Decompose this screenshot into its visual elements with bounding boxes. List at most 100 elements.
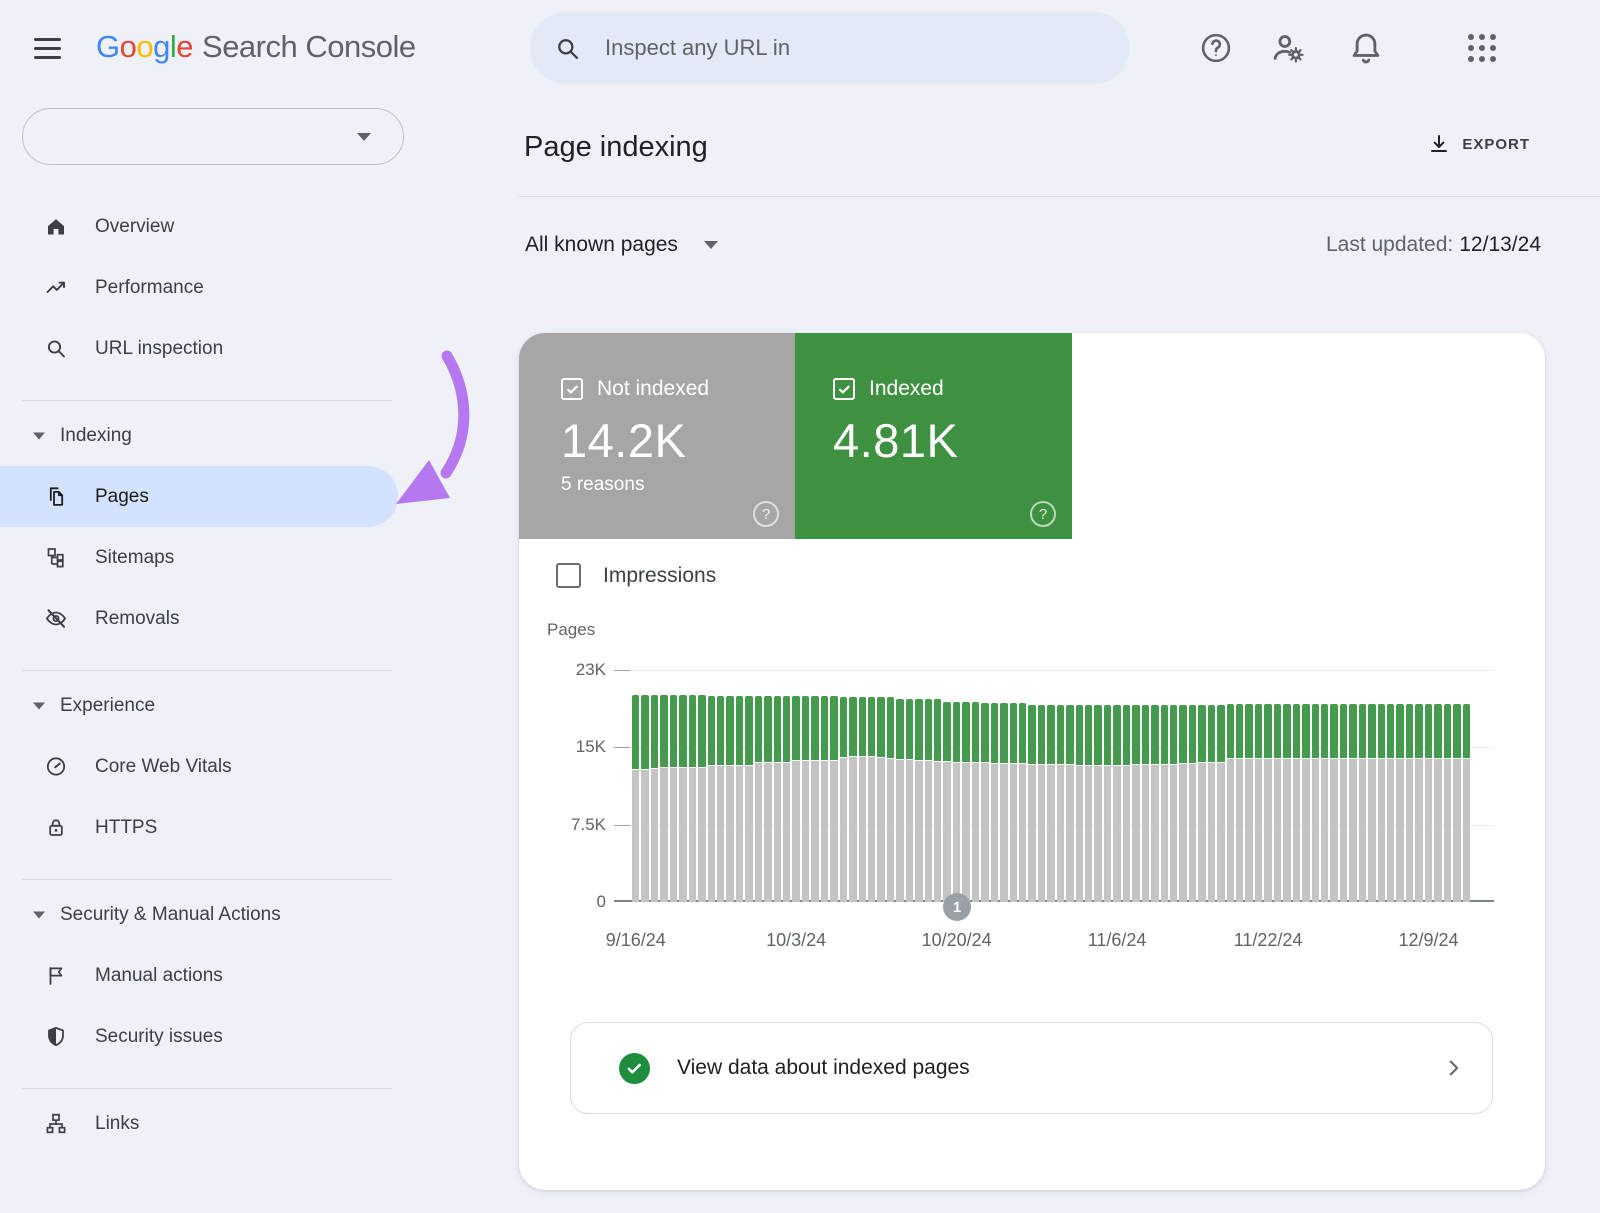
not-indexed-segment — [1057, 764, 1064, 902]
not-indexed-segment — [1453, 758, 1460, 902]
menu-hamburger-icon[interactable] — [34, 33, 70, 63]
bar-day-55 — [1151, 705, 1158, 902]
bar-day-53 — [1132, 705, 1139, 902]
bar-day-85 — [1434, 704, 1441, 902]
bar-day-4 — [670, 695, 677, 902]
bar-day-23 — [849, 697, 856, 902]
bar-day-41 — [1019, 703, 1026, 902]
indexed-segment — [896, 699, 903, 759]
sidebar-item-sitemaps[interactable]: Sitemaps — [0, 527, 398, 588]
not-indexed-segment — [1349, 758, 1356, 902]
sidebar-item-security-issues[interactable]: Security issues — [0, 1006, 398, 1067]
not-indexed-segment — [962, 762, 969, 902]
indexed-segment — [849, 697, 856, 756]
bar-day-61 — [1208, 705, 1215, 902]
impressions-checkbox[interactable] — [556, 563, 581, 588]
sidebar-item-removals[interactable]: Removals — [0, 588, 398, 649]
sidebar-section-security-manual-actions[interactable]: Security & Manual Actions — [0, 884, 480, 945]
help-icon[interactable]: ? — [753, 501, 779, 527]
bar-day-71 — [1302, 704, 1309, 902]
sidebar-item-https[interactable]: HTTPS — [0, 797, 398, 858]
indexed-segment — [1208, 705, 1215, 762]
y-axis-title: Pages — [547, 620, 595, 640]
indexed-segment — [736, 696, 743, 765]
search-input[interactable] — [605, 35, 1106, 61]
indexed-segment — [1434, 704, 1441, 758]
indexed-value: 4.81K — [833, 413, 958, 468]
indexed-segment — [1038, 705, 1045, 764]
product-name: Search Console — [202, 29, 416, 64]
x-tick-label: 11/22/24 — [1234, 930, 1303, 951]
not-indexed-segment — [1179, 763, 1186, 902]
x-tick-label: 10/20/24 — [922, 930, 992, 951]
chevron-down-icon — [33, 432, 45, 439]
not-indexed-checkbox[interactable] — [561, 378, 583, 400]
indexed-segment — [1179, 705, 1186, 763]
not-indexed-segment — [830, 760, 837, 902]
not-indexed-segment — [1019, 763, 1026, 902]
bar-day-10 — [726, 696, 733, 902]
indexed-segment — [943, 702, 950, 761]
bar-day-6 — [689, 695, 696, 902]
property-selector[interactable] — [22, 108, 404, 165]
indexed-segment — [1113, 705, 1120, 765]
not-indexed-segment — [745, 765, 752, 902]
indexed-segment — [1236, 704, 1243, 758]
url-inspection-searchbar[interactable] — [530, 12, 1130, 84]
sidebar-item-label: Sitemaps — [95, 547, 174, 569]
page-filter-dropdown[interactable]: All known pages — [525, 233, 718, 257]
export-button[interactable]: EXPORT — [1427, 132, 1530, 156]
bar-day-57 — [1170, 705, 1177, 902]
bar-day-40 — [1010, 703, 1017, 902]
bar-day-50 — [1104, 705, 1111, 902]
not-indexed-value: 14.2K — [561, 413, 686, 468]
not-indexed-segment — [981, 762, 988, 902]
search-icon — [44, 337, 68, 361]
not-indexed-segment — [632, 769, 639, 902]
bar-day-15 — [774, 696, 781, 902]
sidebar-item-manual-actions[interactable]: Manual actions — [0, 945, 398, 1006]
indexed-card[interactable]: Indexed 4.81K ? — [795, 333, 1072, 539]
sidebar-item-core-web-vitals[interactable]: Core Web Vitals — [0, 736, 398, 797]
apps-grid-icon[interactable] — [1462, 28, 1502, 68]
indexed-checkbox[interactable] — [833, 378, 855, 400]
download-icon — [1427, 132, 1451, 156]
not-indexed-segment — [1217, 762, 1224, 902]
sidebar-item-links[interactable]: Links — [0, 1093, 398, 1154]
sidebar-item-pages[interactable]: Pages — [0, 466, 398, 527]
stacked-bar-chart — [632, 670, 1470, 902]
sidebar-section-experience[interactable]: Experience — [0, 675, 480, 736]
sidebar-item-overview[interactable]: Overview — [0, 196, 398, 257]
indexed-segment — [991, 703, 998, 763]
indexed-segment — [1321, 704, 1328, 758]
bar-day-83 — [1415, 704, 1422, 902]
indexed-segment — [1264, 704, 1271, 758]
indexed-segment — [981, 703, 988, 762]
indexed-segment — [1302, 704, 1309, 758]
sidebar-item-url-inspection[interactable]: URL inspection — [0, 318, 398, 379]
not-indexed-segment — [1208, 762, 1215, 902]
sidebar-item-label: Experience — [60, 695, 155, 717]
bar-day-28 — [896, 699, 903, 902]
not-indexed-card[interactable]: Not indexed 14.2K 5 reasons ? — [519, 333, 795, 539]
bar-day-88 — [1463, 704, 1470, 902]
view-indexed-pages-button[interactable]: View data about indexed pages — [570, 1022, 1493, 1114]
sidebar-section-indexing[interactable]: Indexing — [0, 405, 480, 466]
bar-day-47 — [1076, 705, 1083, 902]
bar-day-30 — [915, 699, 922, 902]
not-indexed-segment — [1010, 763, 1017, 902]
not-indexed-segment — [1302, 758, 1309, 902]
indexed-segment — [1047, 705, 1054, 764]
x-axis-tick-labels: 9/16/2410/3/2410/20/2411/6/2411/22/2412/… — [614, 930, 1494, 956]
indexed-segment — [887, 697, 894, 758]
not-indexed-segment — [1189, 763, 1196, 902]
user-settings-icon[interactable] — [1268, 28, 1308, 68]
help-icon[interactable]: ? — [1030, 501, 1056, 527]
notifications-bell-icon[interactable] — [1346, 28, 1386, 68]
not-indexed-segment — [991, 763, 998, 902]
sidebar-item-performance[interactable]: Performance — [0, 257, 398, 318]
chart-annotation-marker[interactable]: 1 — [943, 893, 971, 921]
indexed-segment — [868, 697, 875, 756]
indexed-segment — [1019, 703, 1026, 763]
help-icon[interactable] — [1196, 28, 1236, 68]
